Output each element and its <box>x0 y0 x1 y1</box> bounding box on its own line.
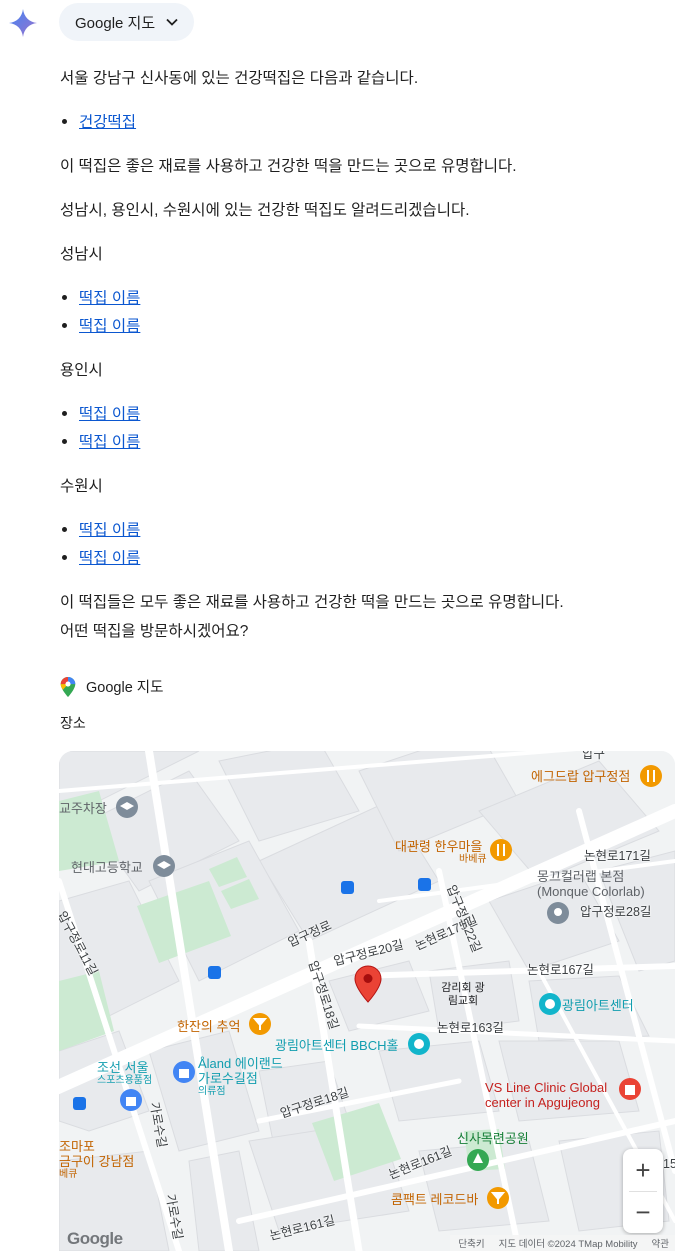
map-label-poi: 대관령 한우마을 바베큐 <box>395 839 487 865</box>
shop-link[interactable]: 떡집 이름 <box>79 290 140 307</box>
map-label-road: 압구정로28길 <box>580 905 652 919</box>
list-item: 떡집 이름 <box>60 432 140 454</box>
map-label-road: 압구 <box>582 751 606 761</box>
list-item: 떡집 이름 <box>60 548 140 570</box>
map-label-poi: 한잔의 추억 <box>177 1019 241 1034</box>
shop-link[interactable]: 떡집 이름 <box>79 318 140 335</box>
intro-text: 서울 강남구 신사동에 있는 건강떡집은 다음과 같습니다. <box>60 70 419 87</box>
list-item: 떡집 이름 <box>60 404 140 426</box>
city-heading: 용인시 <box>60 362 103 379</box>
bullet-dot <box>62 322 67 328</box>
maps-source-label: Google 지도 <box>86 680 164 696</box>
place-section-label: 장소 <box>60 715 86 731</box>
closing-text: 이 떡집들은 모두 좋은 재료를 사용하고 건강한 떡을 만드는 곳으로 유명합… <box>60 594 564 611</box>
art-poi-icon[interactable] <box>408 1033 430 1055</box>
map-label-poi: 조마포 금구이 강남점 베큐 <box>59 1139 135 1180</box>
model-selector-label: Google 지도 <box>75 14 156 32</box>
map-label-poi: 에그드랍 압구정점 <box>531 769 631 784</box>
map-label-poi: 광림아트센터 BBCH홀 <box>275 1038 399 1053</box>
gemini-sparkle-icon <box>9 9 37 37</box>
map-label-poi: 교주차장 <box>59 801 107 816</box>
list-item: 건강떡집 <box>60 112 136 134</box>
list-item: 떡집 이름 <box>60 316 140 338</box>
bullet-dot <box>62 294 67 300</box>
park-poi-icon[interactable] <box>467 1149 489 1171</box>
list-item: 떡집 이름 <box>60 288 140 310</box>
model-selector-button[interactable]: Google 지도 <box>59 3 194 41</box>
clinic-poi-icon[interactable] <box>619 1078 641 1100</box>
shop-link[interactable]: 떡집 이름 <box>79 522 140 539</box>
restaurant-poi-icon[interactable] <box>490 839 512 861</box>
map-view[interactable]: 에그드랍 압구정점 압구 교주차장 현대고등학교 대관령 한우마을 바베큐 논현로… <box>59 751 675 1251</box>
maps-source-header: Google 지도 <box>60 676 163 697</box>
map-label-poi: Åland 에이랜드 가로수길점 의류점 <box>198 1056 283 1097</box>
google-logo: Google <box>67 1229 123 1248</box>
map-label-poi: 신사목련공원 <box>457 1131 529 1146</box>
map-label-poi: 광림아트센터 <box>562 998 634 1013</box>
city-heading: 성남시 <box>60 246 103 263</box>
map-attribution: 단축키 지도 데이터 ©2024 TMap Mobility 약관 <box>450 1235 675 1251</box>
bullet-dot <box>62 118 67 124</box>
school-poi-icon[interactable] <box>153 855 175 877</box>
shop-link[interactable]: 떡집 이름 <box>79 434 140 451</box>
bus-stop-icon <box>73 1097 86 1110</box>
zoom-controls: + − <box>623 1149 663 1233</box>
bar-poi-icon[interactable] <box>487 1187 509 1209</box>
bus-stop-icon <box>208 966 221 979</box>
place-poi-icon[interactable] <box>547 902 569 924</box>
bar-poi-icon[interactable] <box>249 1013 271 1035</box>
map-label-poi: 몽끄컬러랩 본점 (Monque Colorlab) <box>537 869 645 899</box>
map-label-poi: 현대고등학교 <box>71 860 143 875</box>
shortcuts-link[interactable]: 단축키 <box>458 1236 484 1250</box>
bullet-dot <box>62 438 67 444</box>
shop-link[interactable]: 건강떡집 <box>79 114 136 131</box>
bullet-dot <box>62 526 67 532</box>
restaurant-poi-icon[interactable] <box>640 765 662 787</box>
shopping-poi-icon[interactable] <box>120 1089 142 1111</box>
shop-link[interactable]: 떡집 이름 <box>79 406 140 423</box>
shopping-poi-icon[interactable] <box>173 1061 195 1083</box>
map-label-poi: 콤팩트 레코드바 <box>391 1192 479 1207</box>
zoom-out-button[interactable]: − <box>623 1191 663 1233</box>
map-label-road: 논현로171길 <box>584 849 651 863</box>
terms-link[interactable]: 약관 <box>652 1236 669 1250</box>
map-label-poi: 조선 서울 스포츠용품점 <box>97 1060 153 1086</box>
bus-stop-icon <box>418 878 431 891</box>
bullet-dot <box>62 554 67 560</box>
list-item: 떡집 이름 <box>60 520 140 542</box>
map-label-poi: VS Line Clinic Global center in Apgujeong <box>485 1080 608 1110</box>
zoom-in-button[interactable]: + <box>623 1149 663 1191</box>
bullet-dot <box>62 410 67 416</box>
map-label-building: 감리회 광림교회 <box>441 982 485 1007</box>
google-maps-pin-icon <box>60 676 76 697</box>
map-label-road: 논현로167길 <box>527 963 594 977</box>
map-label-road: 논현로163길 <box>437 1021 504 1035</box>
school-poi-icon[interactable] <box>116 796 138 818</box>
map-label-road: 15 <box>663 1157 675 1171</box>
city-heading: 수원시 <box>60 478 103 495</box>
bus-stop-icon <box>341 881 354 894</box>
chevron-down-icon <box>166 18 178 26</box>
closing-question: 어떤 떡집을 방문하시겠어요? <box>60 623 249 640</box>
more-text: 성남시, 용인시, 수원시에 있는 건강한 떡집도 알려드리겠습니다. <box>60 202 470 219</box>
shop-link[interactable]: 떡집 이름 <box>79 550 140 567</box>
map-data-credit: 지도 데이터 ©2024 TMap Mobility <box>498 1239 638 1250</box>
art-poi-icon[interactable] <box>539 993 561 1015</box>
description-text: 이 떡집은 좋은 재료를 사용하고 건강한 떡을 만드는 곳으로 유명합니다. <box>60 158 517 175</box>
